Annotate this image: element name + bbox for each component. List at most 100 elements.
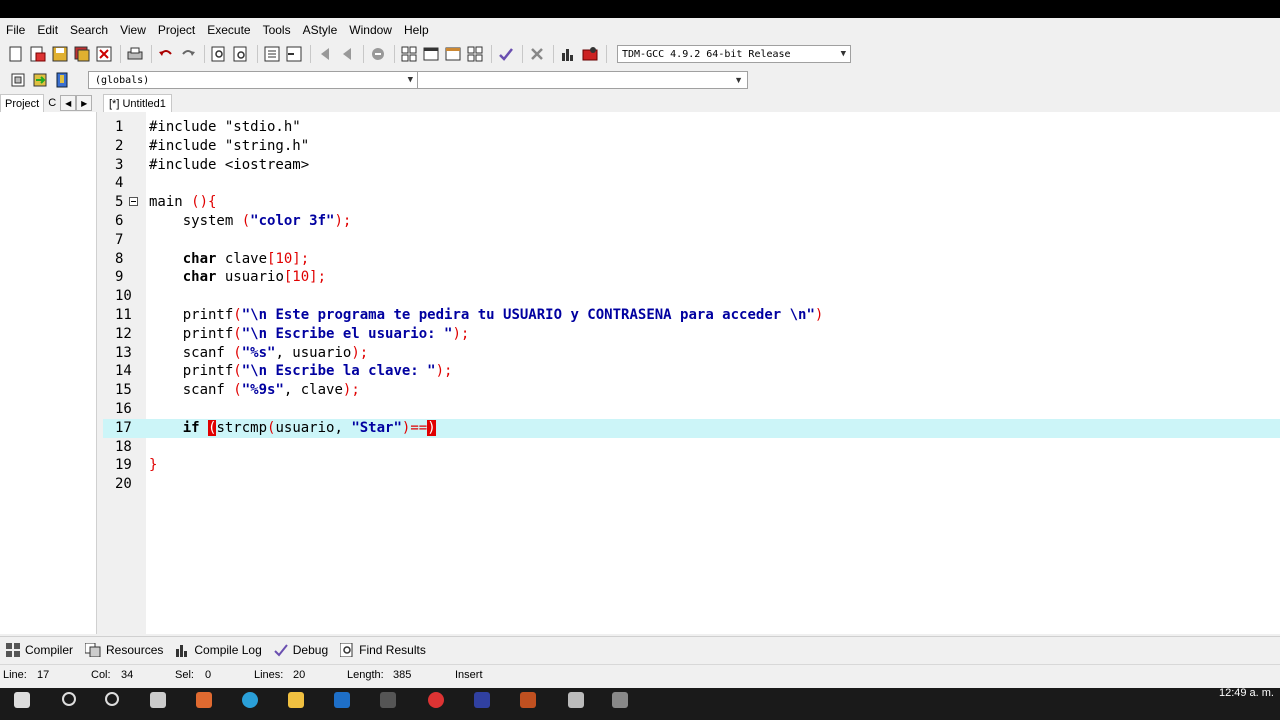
code-line: 12 printf("\n Escribe el usuario: "); — [115, 325, 470, 342]
member-select[interactable]: ▼ — [418, 71, 748, 89]
status-length-label: Length: — [347, 669, 384, 681]
firefox-icon[interactable] — [196, 692, 212, 708]
code-line: 19} — [115, 457, 158, 474]
compiler-select[interactable]: TDM-GCC 4.9.2 64-bit Release ▼ — [617, 45, 851, 63]
compiler-icon — [6, 643, 20, 657]
menu-search[interactable]: Search — [64, 18, 114, 42]
code-line: 3 #include <iostream> — [115, 156, 310, 173]
print-icon[interactable] — [125, 44, 145, 64]
project-panel[interactable] — [0, 112, 97, 634]
goto-forward-icon[interactable] — [337, 44, 357, 64]
new-file-icon[interactable] — [6, 44, 26, 64]
menu-file[interactable]: File — [0, 18, 31, 42]
explorer-icon[interactable] — [288, 692, 304, 708]
main-toolbar: TDM-GCC 4.9.2 64-bit Release ▼ — [0, 42, 891, 66]
unindent-icon[interactable] — [284, 44, 304, 64]
tab-compile-log[interactable]: Compile Log — [169, 643, 267, 657]
code-line: 1 #include "stdio.h" — [115, 119, 301, 135]
code-line: 9 char usuario[10]; — [115, 269, 327, 286]
app-icon[interactable] — [520, 692, 536, 708]
tab-scroll-left-icon[interactable]: ◀ — [60, 95, 77, 111]
indent-icon[interactable] — [262, 44, 282, 64]
editor-tab-untitled1[interactable]: [*] Untitled1 — [103, 94, 172, 113]
menu-edit[interactable]: Edit — [31, 18, 64, 42]
find-results-icon — [340, 643, 353, 657]
status-mode: Insert — [455, 669, 483, 681]
edge-icon[interactable] — [242, 692, 258, 708]
app-icon[interactable] — [380, 692, 396, 708]
code-line: 18 — [115, 438, 132, 455]
window-tile-icon[interactable] — [443, 44, 463, 64]
dev-cpp-window: File Edit Search View Project Execute To… — [0, 18, 1280, 688]
matched-bracket: ) — [427, 419, 436, 436]
debug-icon[interactable] — [580, 44, 600, 64]
status-lines-label: Lines: — [254, 669, 284, 681]
tab-resources[interactable]: Resources — [79, 643, 169, 657]
window-icon[interactable] — [421, 44, 441, 64]
class-toolbar: (globals) ▼ ▼ — [0, 68, 768, 92]
save-icon[interactable] — [50, 44, 70, 64]
tab-project[interactable]: Project — [0, 93, 45, 113]
stop-icon[interactable] — [527, 44, 547, 64]
status-sel-label: Sel: — [175, 669, 194, 681]
search-icon[interactable] — [62, 692, 76, 706]
class-goto-icon[interactable] — [30, 70, 50, 90]
code-line: 10 — [115, 288, 132, 305]
code-line: 15 scanf ("%9s", clave); — [115, 382, 360, 399]
window-grid-icon[interactable] — [399, 44, 419, 64]
code-line: 16 — [115, 400, 132, 417]
status-line-value: 17 — [37, 669, 50, 681]
save-all-icon[interactable] — [72, 44, 92, 64]
status-bar: Line: 17 Col: 34 Sel: 0 Lines: 20 Length… — [0, 664, 1280, 687]
code-line: 6 system ("color 3f"); — [115, 212, 352, 229]
bookmark-icon[interactable] — [368, 44, 388, 64]
menu-tools[interactable]: Tools — [257, 18, 297, 42]
status-line-label: Line: — [3, 669, 27, 681]
menu-astyle[interactable]: AStyle — [297, 18, 344, 42]
redo-icon[interactable] — [178, 44, 198, 64]
code-editor[interactable]: 1 #include "stdio.h" 2 #include "string.h"… — [103, 112, 1280, 634]
chrome-icon[interactable] — [428, 692, 444, 708]
fold-toggle-icon[interactable] — [129, 197, 138, 207]
status-sel-value: 0 — [205, 669, 212, 681]
menu-window[interactable]: Window — [343, 18, 398, 42]
status-col-value: 34 — [121, 669, 134, 681]
code-area[interactable]: 1 #include "stdio.h" 2 #include "string.h"… — [103, 118, 1280, 494]
app-icon[interactable] — [568, 692, 584, 708]
find-icon[interactable] — [209, 44, 229, 64]
menu-execute[interactable]: Execute — [201, 18, 256, 42]
tab-classes[interactable]: C — [44, 94, 60, 112]
menu-help[interactable]: Help — [398, 18, 435, 42]
cortana-icon[interactable] — [105, 692, 119, 706]
menu-view[interactable]: View — [114, 18, 152, 42]
open-icon[interactable] — [28, 44, 48, 64]
goto-back-icon[interactable] — [315, 44, 335, 64]
tab-compiler[interactable]: Compiler — [0, 643, 79, 657]
tab-find-results[interactable]: Find Results — [334, 643, 432, 657]
code-line: 20 — [115, 476, 132, 493]
window-split-icon[interactable] — [465, 44, 485, 64]
code-line: 8 char clave[10]; — [115, 250, 310, 267]
tab-debug[interactable]: Debug — [268, 643, 334, 657]
menu-project[interactable]: Project — [152, 18, 201, 42]
tab-scroll-right-icon[interactable]: ▶ — [76, 95, 93, 111]
status-lines-value: 20 — [293, 669, 306, 681]
undo-icon[interactable] — [156, 44, 176, 64]
check-icon[interactable] — [496, 44, 516, 64]
replace-icon[interactable] — [231, 44, 251, 64]
left-panel-tabs: Project C ◀ ▶ — [0, 93, 100, 113]
start-icon[interactable] — [14, 692, 30, 708]
class-bookmark-icon[interactable] — [52, 70, 72, 90]
premiere-icon[interactable] — [474, 692, 490, 708]
resources-icon — [85, 643, 101, 657]
store-icon[interactable] — [334, 692, 350, 708]
debug-check-icon — [274, 644, 288, 657]
code-line: 11 printf("\n Este programa te pedira tu… — [115, 306, 824, 323]
close-icon[interactable] — [94, 44, 114, 64]
taskbar-clock[interactable]: 12:49 a. m. — [1219, 687, 1274, 699]
devcpp-icon[interactable] — [612, 692, 628, 708]
scope-select[interactable]: (globals) ▼ — [88, 71, 418, 89]
task-view-icon[interactable] — [150, 692, 166, 708]
class-insert-icon[interactable] — [8, 70, 28, 90]
chart-icon[interactable] — [558, 44, 578, 64]
